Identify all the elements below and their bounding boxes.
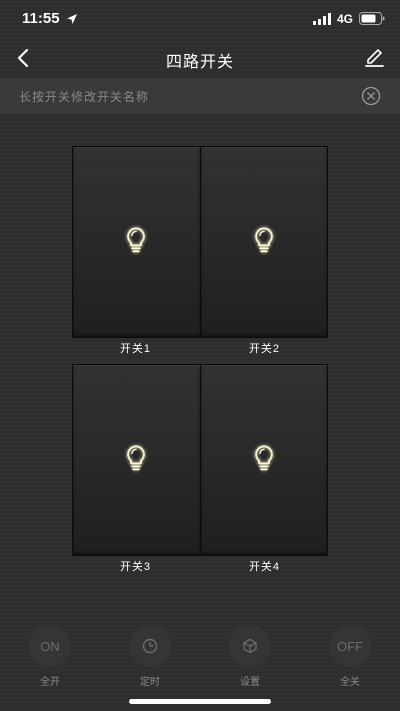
all-on-label: 全开 [40,677,60,688]
all-off-label: 全关 [340,677,360,688]
bottom-action-bar: ON 全开 定时 设置 OFF 全关 [0,625,400,688]
cellular-signal-icon [313,13,331,25]
settings-button[interactable]: 设置 [220,625,280,688]
switch-key-3[interactable] [73,365,200,555]
switch-key-1[interactable] [73,147,200,337]
timer-label: 定时 [140,677,160,688]
location-arrow-icon [67,14,77,24]
clock-icon [142,638,158,654]
home-indicator [129,699,271,704]
hint-text: 长按开关修改开关名称 [19,90,150,104]
switch-key-4[interactable] [200,365,327,555]
settings-label: 设置 [240,677,260,688]
cube-icon [243,638,257,654]
edit-button[interactable] [362,46,386,70]
switch-panel-bottom [72,364,328,556]
lightbulb-icon [254,227,273,253]
hint-bar: 长按开关修改开关名称 [0,78,400,114]
on-icon: ON [29,625,71,667]
battery-icon [359,12,385,25]
all-on-button[interactable]: ON 全开 [20,625,80,688]
switch-label-3: 开关3 [119,561,152,573]
off-icon: OFF [329,625,371,667]
all-off-button[interactable]: OFF 全关 [320,625,380,688]
lightbulb-icon [254,445,273,471]
timer-button[interactable]: 定时 [120,625,180,688]
switch-key-2[interactable] [200,147,327,337]
status-bar: 11:55 4G [0,0,400,40]
header: 四路开关 [0,40,400,78]
close-circle-icon[interactable] [361,86,381,106]
switch-panel-top [72,146,328,338]
switch-label-1: 开关1 [119,343,152,355]
status-time: 11:55 [22,10,60,27]
lightbulb-icon [127,445,146,471]
switch-label-4: 开关4 [248,561,281,573]
page-title: 四路开关 [165,54,234,71]
network-type: 4G [337,12,354,26]
switch-label-2: 开关2 [248,343,281,355]
lightbulb-icon [127,227,146,253]
